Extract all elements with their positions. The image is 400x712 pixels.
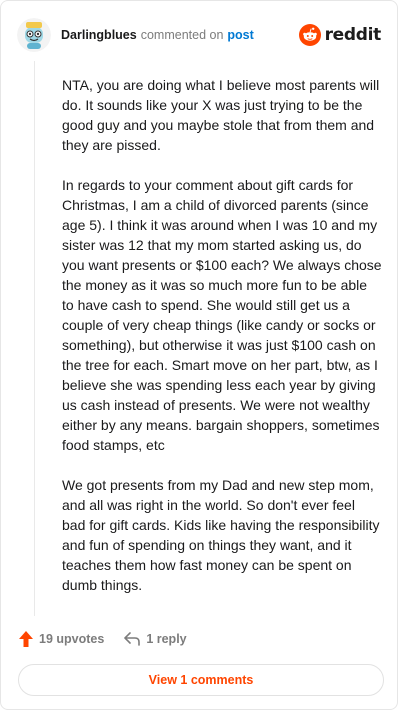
upvote-button[interactable]: 19 upvotes: [19, 631, 104, 647]
action-text: commented on: [140, 28, 224, 42]
thread-line[interactable]: [34, 61, 35, 616]
comment-meta: Darlingblues commented on post: [61, 28, 254, 42]
comment-paragraph: In regards to your comment about gift ca…: [62, 177, 382, 453]
reddit-alien-icon: [298, 24, 321, 46]
reply-button[interactable]: 1 reply: [124, 632, 187, 646]
reply-count: 1 reply: [146, 632, 187, 646]
view-comments-button[interactable]: View 1 comments: [18, 664, 384, 696]
comment-card: Darlingblues commented on post reddit NT…: [0, 0, 398, 710]
comment-header: Darlingblues commented on post reddit: [17, 17, 381, 53]
comment-paragraph: We got presents from my Dad and new step…: [62, 477, 380, 593]
post-link[interactable]: post: [227, 28, 253, 42]
upvote-arrow-icon: [19, 631, 33, 647]
snoo-avatar-icon[interactable]: [17, 18, 51, 52]
reddit-logo[interactable]: reddit: [298, 24, 382, 46]
brand-wordmark: reddit: [324, 25, 382, 45]
upvote-count: 19 upvotes: [39, 632, 105, 646]
username[interactable]: Darlingblues: [61, 28, 137, 42]
reply-arrow-icon: [124, 632, 141, 646]
comment-paragraph: NTA, you are doing what I believe most p…: [62, 77, 380, 153]
comment-actions: 19 upvotes 1 reply: [19, 629, 187, 649]
comment-body: NTA, you are doing what I believe most p…: [62, 75, 382, 615]
